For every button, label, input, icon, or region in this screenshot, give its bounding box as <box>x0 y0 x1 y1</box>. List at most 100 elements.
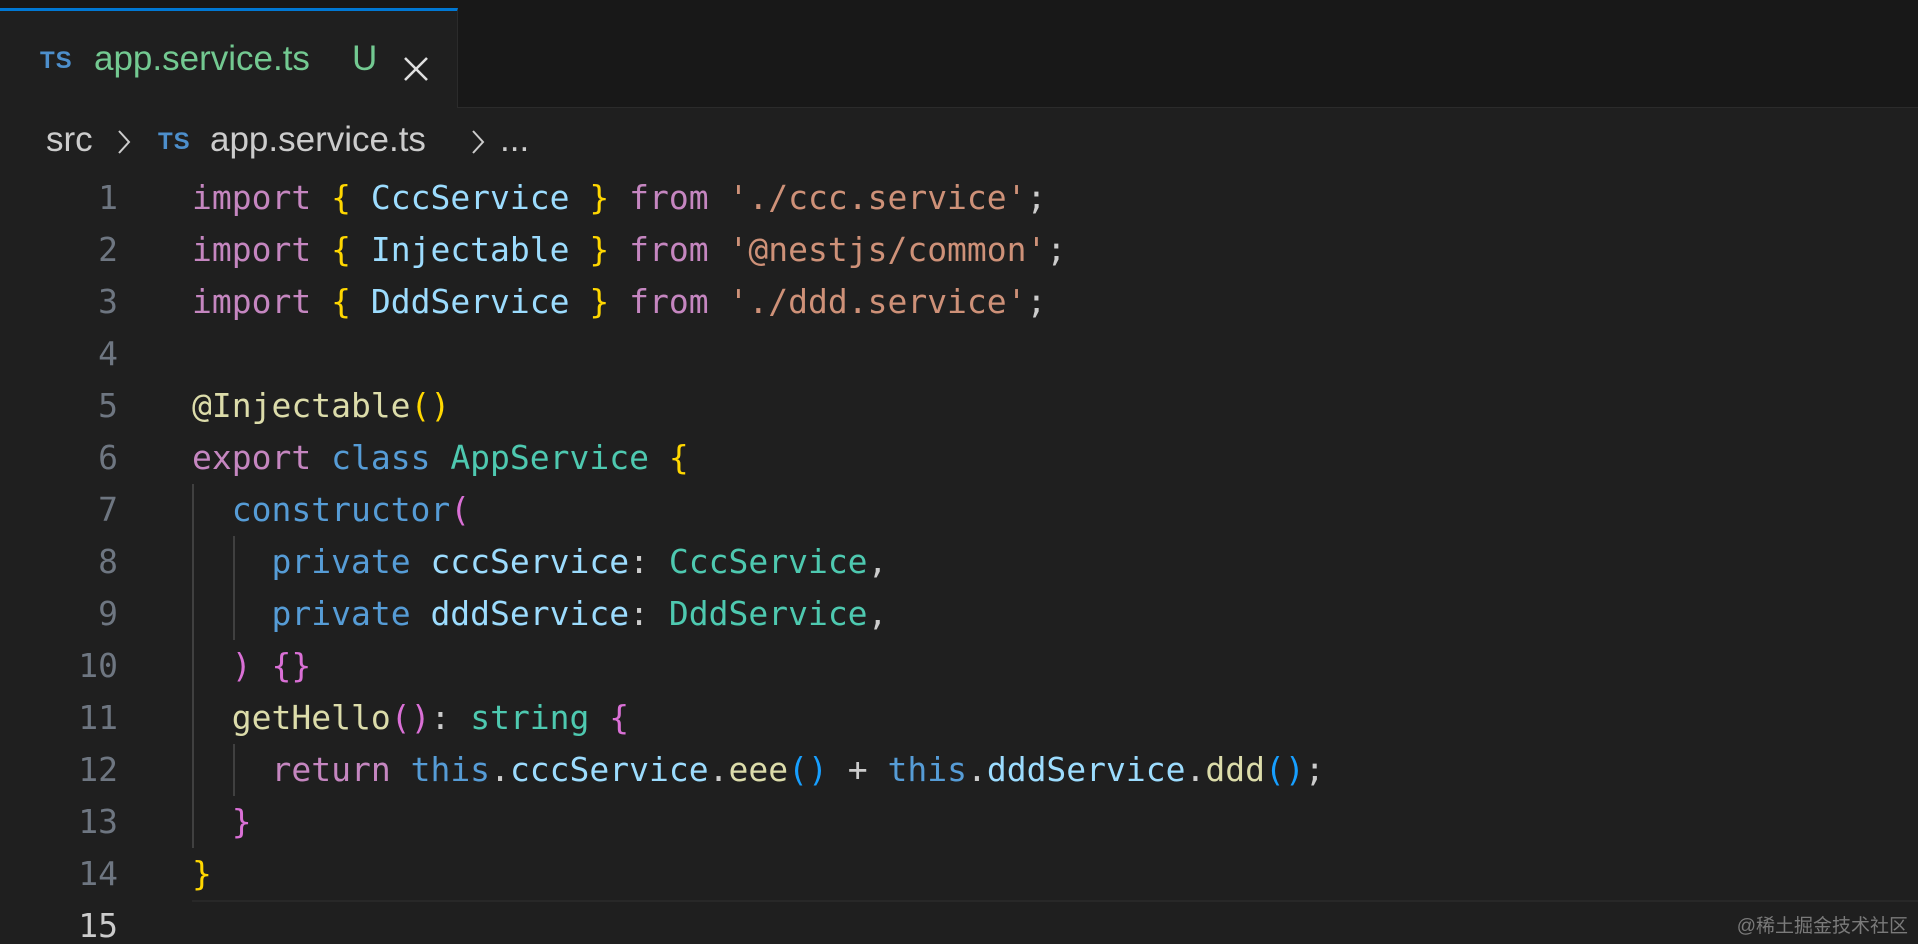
chevron-right-icon <box>472 130 485 154</box>
breadcrumb-folder[interactable]: src <box>46 120 93 160</box>
code-text: @Injectable() <box>192 380 450 432</box>
line-number: 13 <box>78 802 118 841</box>
code-token: () <box>390 698 431 737</box>
code-line[interactable]: 3 import { DddService } from './ddd.servi… <box>0 276 1918 328</box>
code-line[interactable]: 11 getHello(): string { <box>0 692 1918 744</box>
code-text: export class AppService { <box>192 432 689 484</box>
line-number: 14 <box>78 854 118 893</box>
code-token: () <box>788 750 828 789</box>
code-token: ; <box>1046 230 1067 269</box>
code-line[interactable]: 7 constructor( <box>0 484 1918 536</box>
code-text: import { DddService } from './ddd.servic… <box>192 276 1046 328</box>
code-line[interactable]: 12 return this.cccService.eee() + this.d… <box>0 744 1918 796</box>
code-token: string <box>470 698 590 737</box>
git-status-badge: U <box>352 39 378 78</box>
line-number: 12 <box>78 750 118 789</box>
code-token: { <box>609 698 630 737</box>
code-line[interactable]: 5 @Injectable() <box>0 380 1918 432</box>
breadcrumb-file[interactable]: app.service.ts <box>210 120 426 160</box>
breadcrumb-symbols[interactable]: ... <box>500 120 529 160</box>
code-text: getHello(): string { <box>192 692 629 744</box>
code-token: } <box>589 230 610 269</box>
code-token: CccService <box>370 178 570 217</box>
code-token: this <box>887 750 967 789</box>
code-line[interactable]: 10 ) {} <box>0 640 1918 692</box>
line-number: 5 <box>98 386 118 425</box>
chevron-right-icon <box>118 130 131 154</box>
code-token: ; <box>1026 178 1047 217</box>
code-token: AppService <box>450 438 649 477</box>
code-line[interactable]: 1 import { CccService } from './ccc.servi… <box>0 172 1918 224</box>
code-line[interactable]: 14} <box>0 848 1918 900</box>
tab-app-service[interactable]: TS app.service.ts U <box>0 8 458 108</box>
code-text: import { Injectable } from '@nestjs/comm… <box>192 224 1066 276</box>
code-text: } <box>192 796 252 848</box>
code-line[interactable]: 9 private dddService: DddService, <box>0 588 1918 640</box>
close-icon[interactable] <box>402 55 430 83</box>
code-line[interactable]: 6 export class AppService { <box>0 432 1918 484</box>
code-token: import <box>192 230 312 269</box>
line-number: 15 <box>78 906 118 944</box>
code-token: cccService <box>509 750 709 789</box>
code-token: ; <box>1304 750 1325 789</box>
code-token: + <box>827 750 888 789</box>
code-line[interactable]: 2 import { Injectable } from '@nestjs/com… <box>0 224 1918 276</box>
code-token: . <box>490 750 510 789</box>
code-line[interactable]: 15 <box>0 900 1918 944</box>
typescript-file-icon: TS <box>158 128 191 155</box>
code-token: export <box>192 438 312 477</box>
code-token: class <box>331 438 431 477</box>
code-token: import <box>192 178 312 217</box>
typescript-file-icon: TS <box>40 47 73 74</box>
line-number: 9 <box>98 594 118 633</box>
code-line[interactable]: 8 private cccService: CccService, <box>0 536 1918 588</box>
code-text: import { CccService } from './ccc.servic… <box>192 172 1046 224</box>
code-line[interactable]: 13 } <box>0 796 1918 848</box>
code-line[interactable]: 4 <box>0 328 1918 380</box>
code-token: CccService <box>668 542 868 581</box>
code-token: ( <box>450 490 471 529</box>
line-number: 7 <box>98 490 118 529</box>
code-token: . <box>708 750 729 789</box>
code-token: '@nestjs/common' <box>728 230 1047 269</box>
code-token: { <box>668 438 689 477</box>
code-token: eee <box>728 750 789 789</box>
code-token: } <box>192 854 212 893</box>
code-token: from <box>629 230 709 269</box>
code-token: ddd <box>1205 750 1265 789</box>
code-token: : <box>629 594 669 633</box>
code-token: } <box>589 178 610 217</box>
code-token: DddService <box>668 594 868 633</box>
code-token: { <box>331 282 351 321</box>
code-editor[interactable]: 1 import { CccService } from './ccc.servi… <box>0 172 1918 944</box>
code-token: , <box>867 594 888 633</box>
line-number: 6 <box>98 438 118 477</box>
code-token: , <box>867 542 888 581</box>
line-number: 2 <box>98 230 118 269</box>
line-number: 4 <box>98 334 118 373</box>
code-text: private cccService: CccService, <box>192 536 887 588</box>
code-token: private <box>271 542 411 581</box>
code-token: cccService <box>430 542 630 581</box>
